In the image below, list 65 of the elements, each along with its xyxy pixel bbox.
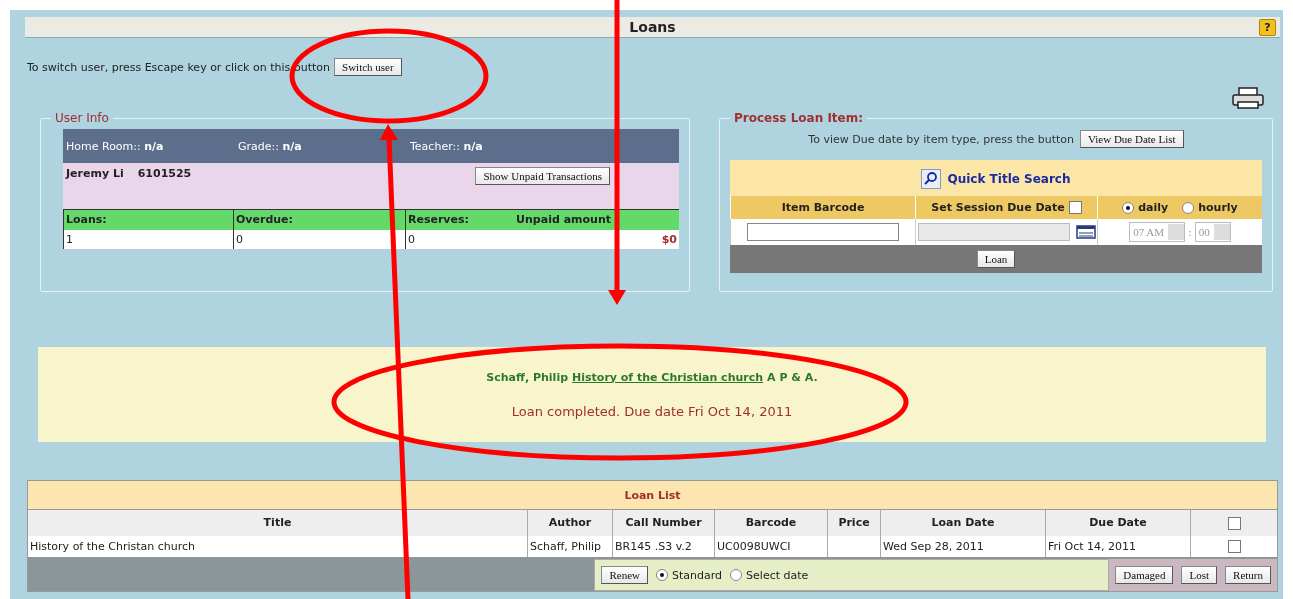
column-header: Loan Date: [881, 510, 1046, 536]
author-name: Schaff, Philip: [486, 370, 569, 384]
radio-label: Select date: [746, 568, 809, 582]
column-header: Item Barcode: [730, 196, 915, 219]
quick-title-search-link[interactable]: Quick Title Search: [947, 172, 1071, 186]
stat-label: Reserves:: [408, 212, 469, 228]
table-cell: Fri Oct 14, 2011: [1046, 536, 1191, 557]
stat-header-cell: Loans:: [63, 209, 233, 230]
item-barcode-input[interactable]: [747, 223, 899, 241]
loan-button[interactable]: Loan: [976, 250, 1016, 268]
due-date-hint: To view Due date by item type, press the button: [808, 132, 1074, 146]
loan-list-title: Loan List: [624, 488, 681, 502]
column-header: Call Number: [613, 510, 715, 536]
radio-button[interactable]: [656, 569, 669, 581]
stat-header-cell: Overdue:: [233, 209, 405, 230]
action-button[interactable]: Lost: [1181, 566, 1218, 584]
printer-icon[interactable]: [1231, 87, 1265, 109]
renew-button[interactable]: Renew: [601, 566, 649, 584]
radio-label: hourly: [1198, 201, 1238, 214]
column-header: Author: [528, 510, 613, 536]
table-cell: BR145 .S3 v.2: [613, 536, 715, 557]
help-icon[interactable]: ?: [1259, 19, 1276, 36]
column-header: Barcode: [715, 510, 828, 536]
title-suffix: A P & A.: [767, 370, 818, 384]
switch-user-button[interactable]: Switch user: [334, 58, 402, 76]
user-field: Home Room:: n/a: [66, 139, 238, 153]
stat-value: 0: [408, 232, 415, 248]
title-link[interactable]: History of the Christian church: [572, 370, 764, 384]
show-unpaid-button[interactable]: Show Unpaid Transactions: [475, 167, 610, 185]
calendar-icon[interactable]: [1075, 225, 1096, 239]
radio-button[interactable]: [730, 569, 743, 581]
loan-status-message: Loan completed. Due date Fri Oct 14, 2011: [511, 403, 793, 419]
search-icon[interactable]: [921, 169, 942, 189]
due-date-input[interactable]: [917, 223, 1070, 241]
table-cell: Schaff, Philip: [528, 536, 613, 557]
action-button[interactable]: Return: [1225, 566, 1271, 584]
column-header: Due Date: [1046, 510, 1191, 536]
stat-value-cell: 1: [63, 230, 233, 249]
radio-button[interactable]: [1182, 201, 1195, 214]
user-field: Teacher:: n/a: [410, 139, 582, 153]
radio-label: Standard: [672, 568, 723, 582]
stat-value-cell: 0: [233, 230, 405, 249]
checkbox[interactable]: [1068, 201, 1082, 214]
table-cell: UC0098UWCI: [715, 536, 828, 557]
time-separator: :: [1188, 225, 1192, 239]
user-id: 6101525: [137, 167, 192, 180]
row-checkbox[interactable]: [1227, 540, 1241, 553]
process-loan-legend: Process Loan Item:: [730, 111, 868, 125]
unpaid-amount: $0: [661, 232, 677, 248]
action-button[interactable]: Damaged: [1115, 566, 1174, 584]
session-due-date-label: Set Session Due Date: [931, 201, 1065, 214]
page-title: Loans: [629, 19, 676, 35]
select-all-checkbox[interactable]: [1227, 516, 1241, 530]
view-due-date-list-button[interactable]: View Due Date List: [1080, 130, 1184, 148]
stat-label: Unpaid amount: [516, 212, 612, 228]
column-header: Price: [828, 510, 881, 536]
column-header: Title: [28, 510, 528, 536]
table-cell: [828, 536, 881, 557]
radio-label: daily: [1138, 201, 1169, 214]
radio-button[interactable]: [1122, 201, 1135, 214]
table-cell: History of the Christan church: [28, 536, 528, 557]
table-cell: Wed Sep 28, 2011: [881, 536, 1046, 557]
user-info-legend: User Info: [51, 111, 113, 125]
user-name: Jeremy Li: [66, 167, 124, 180]
user-field: Grade:: n/a: [238, 139, 410, 153]
